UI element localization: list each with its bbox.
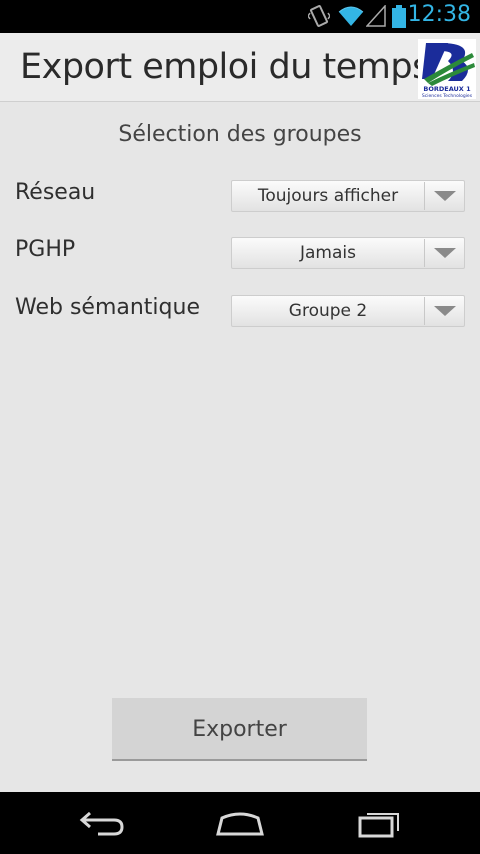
export-button[interactable]: Exporter bbox=[112, 698, 367, 761]
group-label: Web sémantique bbox=[15, 295, 200, 320]
group-label: Réseau bbox=[15, 180, 96, 205]
group-row-web-semantique: Web sémantique Groupe 2 bbox=[0, 295, 480, 329]
group-spinner-web-semantique[interactable]: Groupe 2 bbox=[231, 295, 465, 327]
navigation-bar bbox=[0, 792, 480, 854]
back-icon[interactable] bbox=[70, 806, 130, 840]
chevron-down-icon bbox=[434, 248, 456, 258]
section-title: Sélection des groupes bbox=[118, 122, 362, 147]
group-label: PGHP bbox=[15, 237, 76, 262]
spinner-value: Jamais bbox=[300, 243, 356, 263]
chevron-down-icon bbox=[434, 306, 456, 316]
spinner-divider bbox=[424, 239, 425, 267]
group-spinner-pghp[interactable]: Jamais bbox=[231, 237, 465, 269]
action-bar: Export emploi du temps BORDEAUX 1 Scienc… bbox=[0, 33, 480, 102]
spinner-divider bbox=[424, 297, 425, 325]
status-time: 12:38 bbox=[407, 2, 471, 27]
signal-icon bbox=[366, 5, 386, 27]
group-row-pghp: PGHP Jamais bbox=[0, 237, 480, 271]
logo-subtext: Sciences Technologies bbox=[422, 93, 473, 99]
vibrate-icon bbox=[308, 5, 330, 27]
spinner-value: Groupe 2 bbox=[288, 301, 368, 321]
spinner-value: Toujours afficher bbox=[257, 186, 399, 206]
battery-icon bbox=[392, 5, 406, 28]
spinner-divider bbox=[424, 182, 425, 210]
status-bar: 12:38 bbox=[0, 0, 480, 33]
wifi-icon bbox=[338, 6, 364, 26]
home-icon[interactable] bbox=[210, 806, 270, 840]
group-spinner-reseau[interactable]: Toujours afficher bbox=[231, 180, 465, 212]
chevron-down-icon bbox=[434, 191, 456, 201]
group-row-reseau: Réseau Toujours afficher bbox=[0, 180, 480, 214]
logo-text: BORDEAUX 1 bbox=[423, 85, 471, 93]
recent-apps-icon[interactable] bbox=[350, 806, 410, 840]
university-logo: BORDEAUX 1 Sciences Technologies bbox=[418, 39, 476, 99]
app-title: Export emploi du temps bbox=[20, 47, 430, 87]
